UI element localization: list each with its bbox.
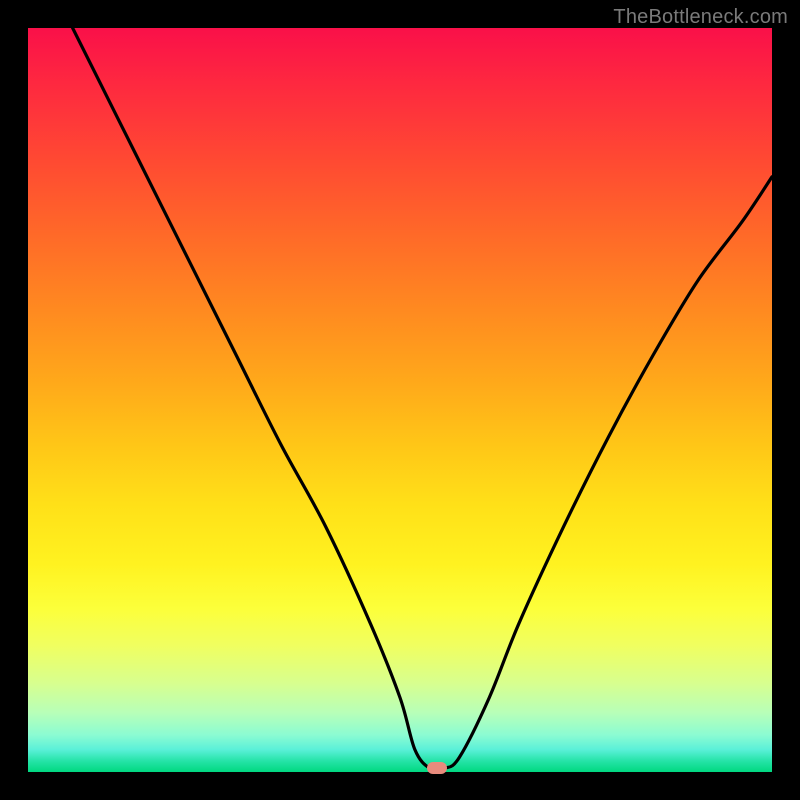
optimum-marker (427, 762, 447, 774)
bottleneck-curve (28, 28, 772, 772)
chart-frame: TheBottleneck.com (0, 0, 800, 800)
watermark-text: TheBottleneck.com (613, 6, 788, 29)
plot-area (28, 28, 772, 772)
